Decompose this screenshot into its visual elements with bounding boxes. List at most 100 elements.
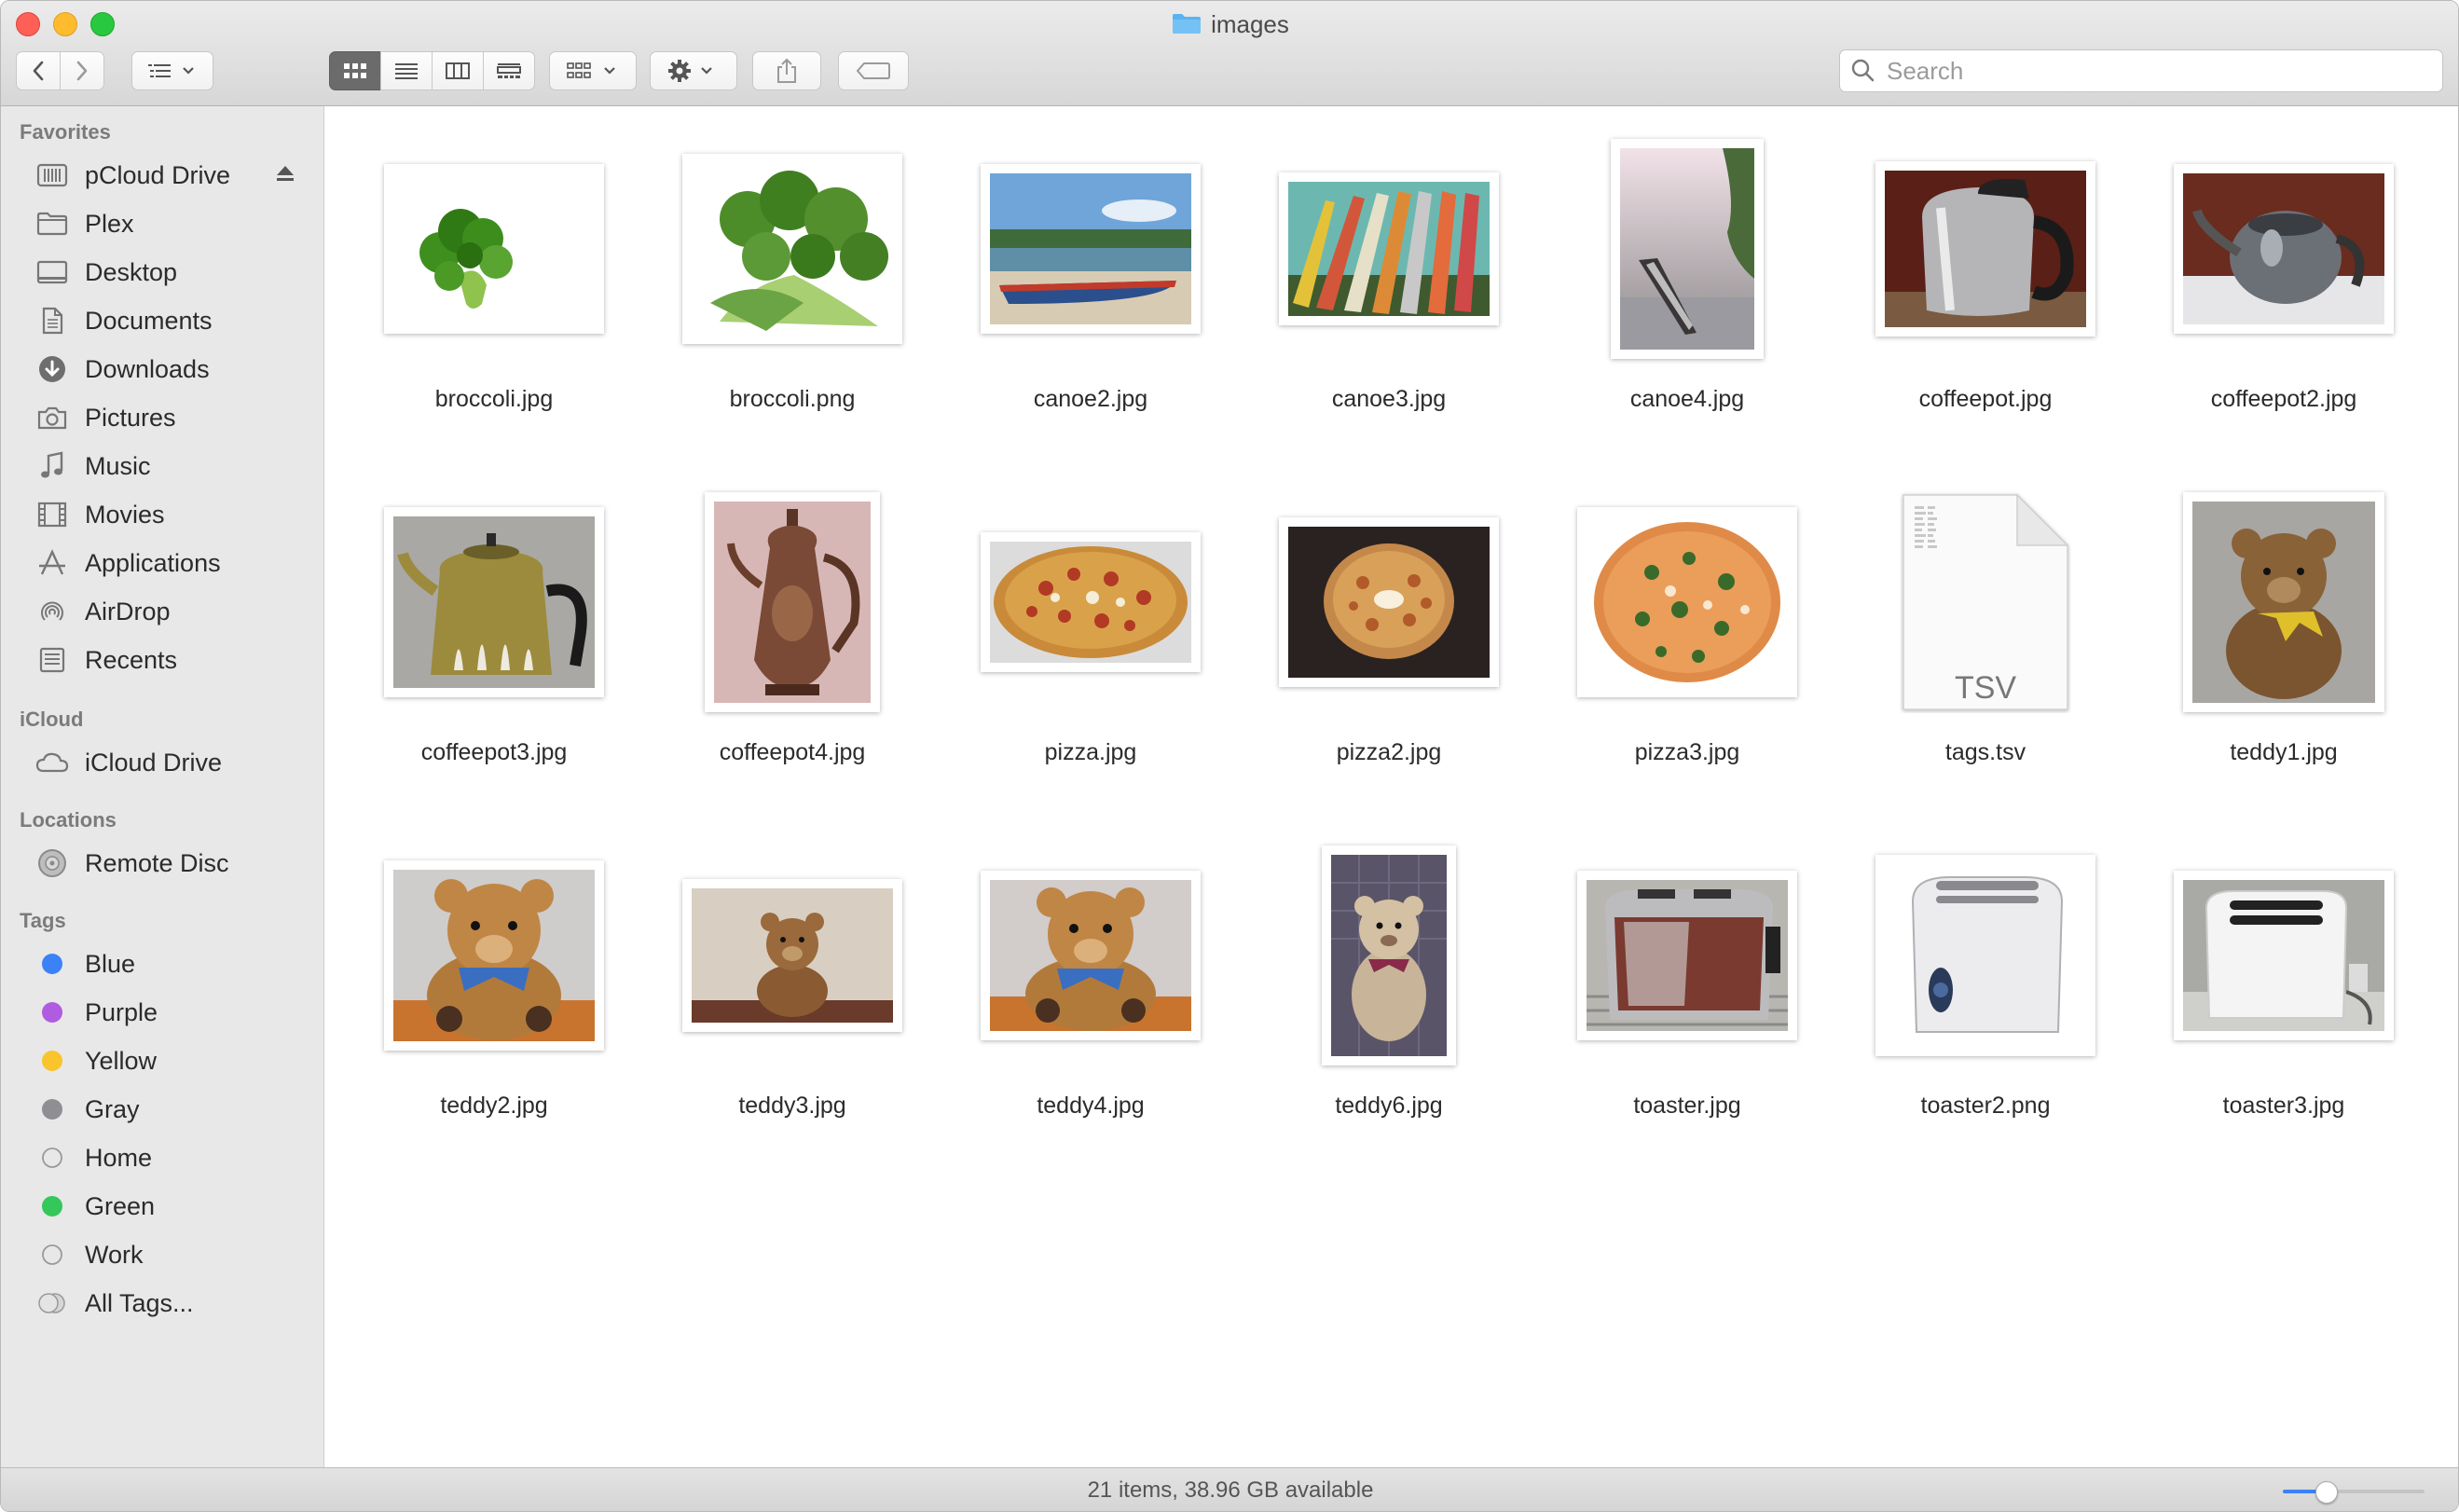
list-view-button[interactable] (380, 51, 433, 90)
tag-dot-icon (33, 945, 72, 983)
sidebar-tag-green[interactable]: Green (1, 1184, 323, 1229)
file-item-coffeepot2-jpg[interactable]: coffeepot2.jpg (2135, 127, 2433, 444)
file-item-toaster-jpg[interactable]: toaster.jpg (1538, 833, 1836, 1150)
sidebar-item-plex[interactable]: Plex (1, 201, 323, 246)
sidebar-item-pictures[interactable]: Pictures (1, 395, 323, 440)
eject-icon[interactable] (275, 164, 295, 187)
sidebar-item-applications[interactable]: Applications (1, 541, 323, 585)
image-thumbnail (1875, 855, 2095, 1056)
camera-icon (33, 399, 72, 436)
sidebar-item-label: Purple (85, 997, 158, 1026)
file-item-coffeepot4-jpg[interactable]: coffeepot4.jpg (643, 480, 941, 797)
tag-outline-icon (33, 1139, 72, 1176)
sidebar-item-movies[interactable]: Movies (1, 492, 323, 537)
desktop-icon (33, 254, 72, 291)
sidebar-tag-gray[interactable]: Gray (1, 1087, 323, 1132)
sidebar-item-downloads[interactable]: Downloads (1, 347, 323, 392)
file-item-broccoli-jpg[interactable]: broccoli.jpg (345, 127, 643, 444)
file-item-coffeepot3-jpg[interactable]: coffeepot3.jpg (345, 480, 643, 797)
file-item-teddy3-jpg[interactable]: teddy3.jpg (643, 833, 941, 1150)
status-bar: 21 items, 38.96 GB available (1, 1467, 2458, 1511)
file-item-teddy6-jpg[interactable]: teddy6.jpg (1240, 833, 1538, 1150)
icon-view-button[interactable] (329, 51, 381, 90)
file-item-coffeepot-jpg[interactable]: coffeepot.jpg (1836, 127, 2135, 444)
sidebar-item-recents[interactable]: Recents (1, 638, 323, 682)
file-name: broccoli.png (729, 386, 856, 412)
sidebar-item-icloud-drive[interactable]: iCloud Drive (1, 740, 323, 785)
grid-icon (344, 63, 366, 78)
sidebar-tag-home[interactable]: Home (1, 1135, 323, 1180)
search-field[interactable] (1839, 49, 2443, 92)
gallery-icon (497, 63, 521, 78)
all-tags-icon (33, 1285, 72, 1322)
search-input[interactable] (1885, 55, 2411, 87)
image-thumbnail (384, 507, 604, 697)
sidebar-item-pcloud-drive[interactable]: pCloud Drive (1, 153, 323, 198)
sidebar-item-remote-disc[interactable]: Remote Disc (1, 841, 323, 886)
file-item-pizza3-jpg[interactable]: pizza3.jpg (1538, 480, 1836, 797)
sidebar-tag-blue[interactable]: Blue (1, 942, 323, 986)
sidebar-tag-work[interactable]: Work (1, 1232, 323, 1277)
slider-knob[interactable] (2315, 1481, 2338, 1504)
airdrop-icon (33, 593, 72, 630)
file-item-tags-tsv[interactable]: TSV tags.tsv (1836, 480, 2135, 797)
view-mode-control (329, 51, 535, 90)
back-button[interactable] (16, 51, 61, 90)
arrange-menu-button[interactable] (131, 51, 213, 90)
file-name: pizza2.jpg (1336, 739, 1442, 765)
file-item-toaster2-png[interactable]: toaster2.png (1836, 833, 2135, 1150)
sidebar-item-label: Gray (85, 1094, 140, 1123)
file-item-teddy2-jpg[interactable]: teddy2.jpg (345, 833, 643, 1150)
tag-dot-icon (33, 1091, 72, 1128)
status-text: 21 items, 38.96 GB available (1087, 1478, 1374, 1503)
file-name: teddy3.jpg (738, 1093, 846, 1119)
music-note-icon (33, 447, 72, 485)
sidebar-tag-all-tags[interactable]: All Tags... (1, 1281, 323, 1326)
sidebar-item-music[interactable]: Music (1, 444, 323, 488)
file-item-canoe4-jpg[interactable]: canoe4.jpg (1538, 127, 1836, 444)
file-item-canoe2-jpg[interactable]: canoe2.jpg (941, 127, 1240, 444)
sidebar-tag-yellow[interactable]: Yellow (1, 1038, 323, 1083)
file-item-pizza-jpg[interactable]: pizza.jpg (941, 480, 1240, 797)
column-view-button[interactable] (432, 51, 484, 90)
sidebar-item-label: All Tags... (85, 1288, 194, 1317)
tag-button[interactable] (838, 51, 909, 90)
file-item-teddy4-jpg[interactable]: teddy4.jpg (941, 833, 1240, 1150)
forward-button[interactable] (60, 51, 104, 90)
window-title-text: images (1211, 10, 1289, 38)
columns-icon (446, 62, 470, 79)
file-item-canoe3-jpg[interactable]: canoe3.jpg (1240, 127, 1538, 444)
file-item-broccoli-png[interactable]: broccoli.png (643, 127, 941, 444)
sidebar-tag-purple[interactable]: Purple (1, 990, 323, 1035)
sidebar-item-label: Music (85, 451, 151, 480)
action-menu-button[interactable] (650, 51, 737, 90)
image-thumbnail (384, 860, 604, 1051)
file-name: canoe3.jpg (1331, 386, 1447, 412)
file-name: toaster2.png (1920, 1093, 2051, 1119)
sidebar-header-favorites: Favorites (20, 120, 111, 144)
tag-dot-icon (33, 994, 72, 1031)
sidebar-item-documents[interactable]: Documents (1, 298, 323, 343)
image-thumbnail (981, 532, 1201, 672)
share-button[interactable] (752, 51, 821, 90)
gear-icon (668, 60, 712, 82)
sidebar-item-label: iCloud Drive (85, 748, 223, 777)
gallery-view-button[interactable] (483, 51, 535, 90)
share-icon (777, 58, 796, 83)
file-item-teddy1-jpg[interactable]: teddy1.jpg (2135, 480, 2433, 797)
file-name: teddy4.jpg (1037, 1093, 1145, 1119)
sidebar-item-airdrop[interactable]: AirDrop (1, 589, 323, 634)
file-name: toaster.jpg (1633, 1093, 1741, 1119)
file-name: teddy6.jpg (1335, 1093, 1443, 1119)
sidebar-item-label: Green (85, 1191, 156, 1220)
image-thumbnail (2183, 492, 2384, 712)
file-item-toaster3-jpg[interactable]: toaster3.jpg (2135, 833, 2433, 1150)
image-thumbnail (981, 164, 1201, 334)
group-menu-button[interactable] (549, 51, 637, 90)
file-item-pizza2-jpg[interactable]: pizza2.jpg (1240, 480, 1538, 797)
applications-icon (33, 544, 72, 582)
image-thumbnail (1577, 507, 1797, 697)
icon-size-slider[interactable] (2283, 1481, 2425, 1504)
sidebar-header-tags: Tags (20, 909, 66, 932)
sidebar-item-desktop[interactable]: Desktop (1, 250, 323, 295)
